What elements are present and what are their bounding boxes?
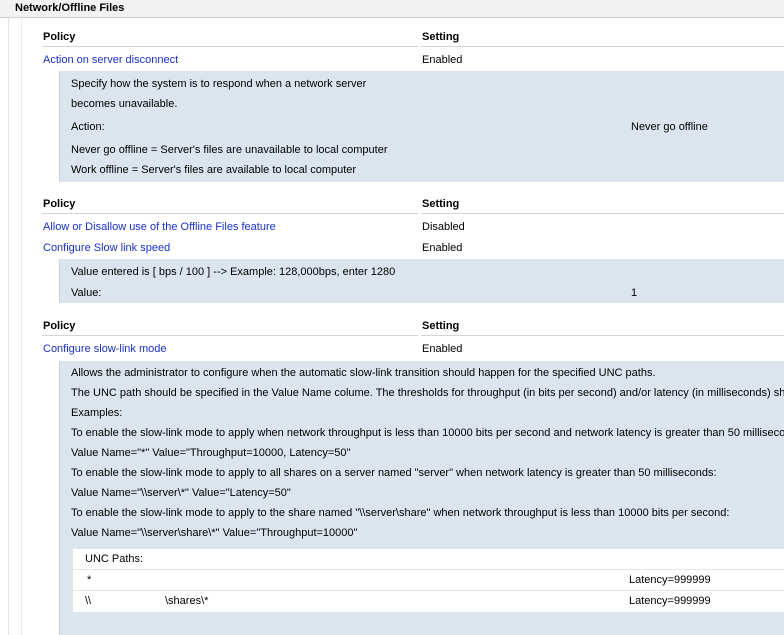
unc-paths-table: UNC Paths: * Latency=999999 \\ \shares\*… <box>73 549 784 612</box>
tree-indent-line-inner <box>21 18 22 635</box>
setting-column-header: Setting <box>422 320 460 332</box>
detail-text: Value Name="\\server\share\*" Value="Thr… <box>71 527 358 539</box>
policy-setting-value: Enabled <box>422 343 463 355</box>
policy-link-action-on-server-disconnect[interactable]: Action on server disconnect <box>43 54 178 66</box>
detail-text: Value entered is [ bps / 100 ] --> Examp… <box>71 266 396 278</box>
unc-path-prefix: \\ <box>85 595 92 607</box>
setting-column-header: Setting <box>422 198 460 210</box>
unc-path-suffix: \shares\* <box>165 595 209 607</box>
section-header[interactable]: Network/Offline Files <box>0 0 784 18</box>
policy-column-header: Policy <box>43 31 76 43</box>
policy-setting-value: Disabled <box>422 221 465 233</box>
policy-column-header: Policy <box>43 198 76 210</box>
unc-value-cell: Latency=999999 <box>629 595 711 607</box>
policy-link-slow-link-mode[interactable]: Configure slow-link mode <box>43 343 167 355</box>
unc-paths-header: UNC Paths: <box>85 553 144 565</box>
action-label: Action: <box>71 121 105 133</box>
table-row[interactable]: * Latency=999999 <box>73 570 784 590</box>
unc-path-cell: * <box>87 574 92 586</box>
value-label: Value: <box>71 287 102 299</box>
policy-link-allow-offline-files[interactable]: Allow or Disallow use of the Offline Fil… <box>43 221 276 233</box>
detail-text: To enable the slow-link mode to apply wh… <box>71 427 784 439</box>
policy-detail-panel: Allows the administrator to configure wh… <box>59 361 784 635</box>
detail-text: Examples: <box>71 407 123 419</box>
header-rule <box>42 335 418 336</box>
policy-setting-value: Enabled <box>422 54 463 66</box>
header-rule <box>42 213 418 214</box>
detail-text: To enable the slow-link mode to apply to… <box>71 467 717 479</box>
header-rule <box>421 46 784 47</box>
section-title: Network/Offline Files <box>15 2 125 14</box>
policy-column-header: Policy <box>43 320 76 332</box>
detail-text: Value Name="\\server\*" Value="Latency=5… <box>71 487 291 499</box>
option-description: Never go offline = Server's files are un… <box>71 144 388 156</box>
detail-text: becomes unavailable. <box>71 98 178 110</box>
option-description: Work offline = Server's files are availa… <box>71 164 357 176</box>
detail-text: Value Name="*" Value="Throughput=10000, … <box>71 447 351 459</box>
redacted-server-name <box>95 593 165 609</box>
detail-text: To enable the slow-link mode to apply to… <box>71 507 730 519</box>
detail-text: Specify how the system is to respond whe… <box>71 78 367 90</box>
policy-detail-panel: Specify how the system is to respond whe… <box>59 71 784 182</box>
detail-text: Allows the administrator to configure wh… <box>71 367 656 379</box>
policy-link-slow-link-speed[interactable]: Configure Slow link speed <box>43 242 170 254</box>
setting-column-header: Setting <box>422 31 460 43</box>
action-value: Never go offline <box>631 121 708 133</box>
header-rule <box>421 213 784 214</box>
detail-text: The UNC path should be specified in the … <box>71 387 784 399</box>
policy-setting-value: Enabled <box>422 242 463 254</box>
header-rule <box>421 335 784 336</box>
tree-indent-line <box>8 18 9 635</box>
unc-value-cell: Latency=999999 <box>629 574 711 586</box>
value-field: 1 <box>631 287 638 299</box>
policy-detail-panel: Value entered is [ bps / 100 ] --> Examp… <box>59 259 784 303</box>
table-row[interactable]: \\ \shares\* Latency=999999 <box>73 591 784 611</box>
header-rule <box>42 46 418 47</box>
